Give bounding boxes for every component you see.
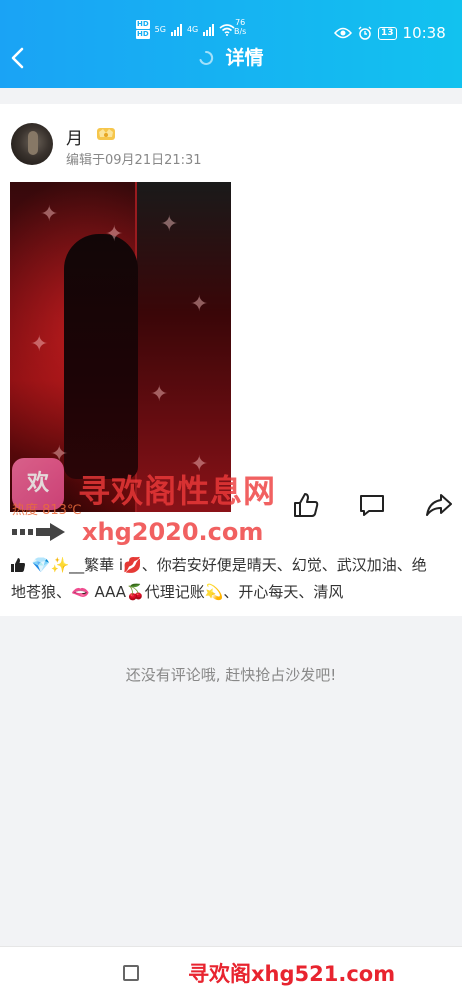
hd-badge-2: HD [136,30,150,39]
edit-time: 编辑于09月21日21:31 [66,153,202,168]
hot-counter: 热度 813℃ [12,503,82,518]
comment-icon[interactable] [357,490,387,520]
pattern-mark: ✦ [30,332,49,357]
post-card: 月 编辑于09月21日21:31 ✦ ✦ ✦ ✦ ✦ ✦ ✦ ✦ 欢 热度 81… [0,104,462,616]
alarm-icon [358,26,372,40]
pattern-mark: ✦ [160,212,179,237]
loading-icon [199,50,214,65]
page-title: 详情 [225,47,264,69]
app-header: HD HD 5G 4G 76 B/s 13 10:38 详情 [0,0,462,88]
network-indicators: HD HD 5G 4G [136,20,235,39]
wifi-icon [219,23,235,36]
signal-label-2: 4G [186,25,199,34]
pattern-mark: ✦ [190,292,209,317]
hd-badge-1: HD [136,20,150,29]
share-icon[interactable] [424,490,454,520]
signal-icon-2 [203,23,215,36]
speed-unit: B/s [234,27,247,36]
signal-label-1: 5G [154,25,166,34]
pattern-mark: ✦ [40,202,59,227]
header-title-wrap: 详情 [0,44,462,72]
likers-list: 💎✨__繁華 i💋、你若安好便是晴天、幻觉、武汉加油、绝地苍狼、🫦 AAA🍒代理… [11,552,441,606]
battery-icon: 13 [378,26,397,40]
vip-crown-icon [97,128,115,140]
photo-mirror-panel [135,182,231,512]
bottom-bar: 寻欢阁xhg521.com [0,946,462,1001]
watermark-arrow-icon [12,523,65,541]
empty-comments: 还没有评论哦, 赶快抢占沙发吧! [125,666,337,684]
checkbox[interactable] [123,965,139,981]
speed-value: 76 [235,18,246,27]
status-time: 10:38 [402,24,446,42]
network-speed: 76 B/s [234,18,246,36]
photo-figure [64,234,138,479]
liked-thumb-icon [11,558,25,572]
watermark-title: 寻欢阁性息网 [78,472,277,510]
status-right: 13 10:38 [334,24,446,42]
author-name[interactable]: 月 [66,124,83,149]
signal-icon-1 [170,23,182,36]
thumbs-up-icon[interactable] [291,490,321,520]
footer-watermark: 寻欢阁xhg521.com [188,962,396,986]
pattern-mark: ✦ [150,382,169,407]
likers-text[interactable]: 💎✨__繁華 i💋、你若安好便是晴天、幻觉、武汉加油、绝地苍狼、🫦 AAA🍒代理… [11,556,427,601]
watermark-url: xhg2020.com [82,518,264,546]
avatar[interactable] [11,123,53,165]
eye-icon [334,27,352,39]
pattern-mark: ✦ [105,222,124,247]
